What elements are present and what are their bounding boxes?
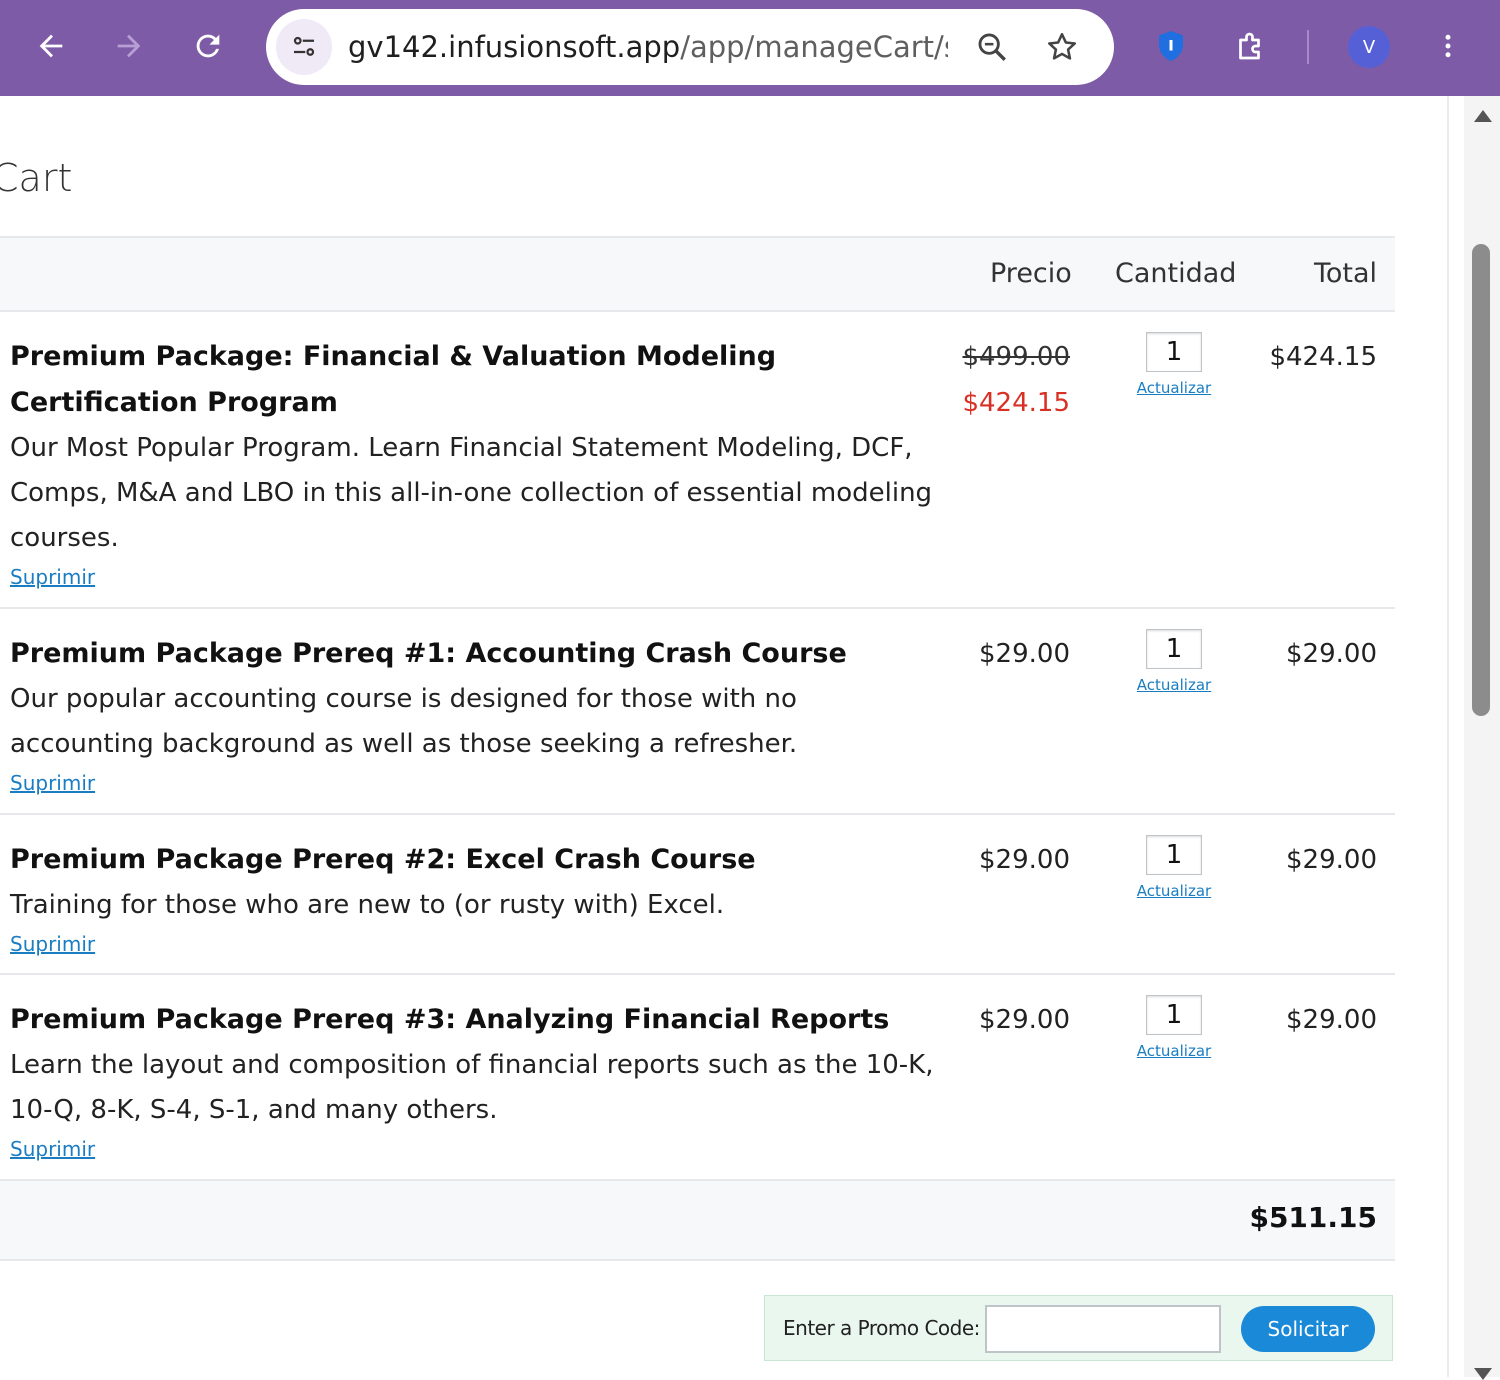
shield-icon bbox=[1159, 31, 1183, 61]
address-bar[interactable]: gv142.infusionsoft.app/app/manageCart/s.… bbox=[266, 9, 1114, 85]
page-title: Cart bbox=[0, 156, 73, 200]
update-link[interactable]: Actualizar bbox=[1137, 879, 1211, 903]
product-description: Our Most Popular Program. Learn Financia… bbox=[10, 433, 933, 553]
remove-link[interactable]: Suprimir bbox=[10, 767, 95, 799]
scroll-thumb[interactable] bbox=[1472, 244, 1490, 716]
quantity-input[interactable] bbox=[1146, 835, 1202, 875]
price-cell: $29.00 bbox=[979, 639, 1070, 669]
product-info: Premium Package Prereq #1: Accounting Cr… bbox=[10, 631, 940, 799]
sale-price: $424.15 bbox=[962, 388, 1070, 418]
cart-row: Premium Package Prereq #2: Excel Crash C… bbox=[0, 815, 1395, 975]
quantity-cell: Actualizar bbox=[1133, 332, 1215, 400]
update-link[interactable]: Actualizar bbox=[1137, 1039, 1211, 1063]
cart-row: Premium Package Prereq #1: Accounting Cr… bbox=[0, 609, 1395, 815]
update-link[interactable]: Actualizar bbox=[1137, 376, 1211, 400]
line-total: $29.00 bbox=[1286, 845, 1377, 875]
scroll-up-arrow-icon[interactable] bbox=[1474, 110, 1492, 122]
line-total: $424.15 bbox=[1269, 342, 1377, 372]
password-manager-extension[interactable] bbox=[1141, 16, 1201, 76]
more-vert-icon bbox=[1445, 34, 1451, 58]
line-total: $29.00 bbox=[1286, 1005, 1377, 1035]
promo-code-label: Enter a Promo Code: bbox=[783, 1316, 980, 1340]
content-edge bbox=[1447, 96, 1449, 1377]
toolbar-divider bbox=[1307, 30, 1309, 64]
table-header: Precio Cantidad Total bbox=[0, 236, 1395, 312]
product-name: Premium Package: Financial & Valuation M… bbox=[10, 341, 777, 418]
product-description: Our popular accounting course is designe… bbox=[10, 684, 798, 759]
remove-link[interactable]: Suprimir bbox=[10, 561, 95, 593]
total-column-header: Total bbox=[1313, 258, 1377, 289]
product-info: Premium Package Prereq #3: Analyzing Fin… bbox=[10, 997, 940, 1165]
scroll-down-arrow-icon[interactable] bbox=[1474, 1368, 1492, 1380]
profile-avatar[interactable]: V bbox=[1348, 26, 1390, 68]
back-button[interactable] bbox=[21, 16, 81, 76]
original-price: $499.00 bbox=[962, 342, 1070, 372]
apply-promo-button[interactable]: Solicitar bbox=[1241, 1306, 1375, 1352]
update-link[interactable]: Actualizar bbox=[1137, 673, 1211, 697]
reload-icon bbox=[196, 34, 220, 58]
remove-link[interactable]: Suprimir bbox=[10, 928, 95, 960]
promo-code-box: Enter a Promo Code: Solicitar bbox=[764, 1295, 1393, 1361]
browser-toolbar: gv142.infusionsoft.app/app/manageCart/s.… bbox=[0, 0, 1500, 96]
puzzle-icon bbox=[1239, 32, 1260, 60]
line-total: $29.00 bbox=[1286, 639, 1377, 669]
url-text[interactable]: gv142.infusionsoft.app/app/manageCart/s.… bbox=[348, 29, 948, 65]
zoom-button[interactable] bbox=[970, 25, 1014, 69]
url-path: /app/manageCart/s... bbox=[680, 30, 948, 64]
promo-code-input[interactable] bbox=[985, 1305, 1221, 1353]
price-cell: $499.00 $424.15 bbox=[962, 334, 1070, 426]
product-name: Premium Package Prereq #1: Accounting Cr… bbox=[10, 638, 847, 669]
star-icon bbox=[1047, 32, 1077, 60]
quantity-cell: Actualizar bbox=[1133, 995, 1215, 1063]
quantity-cell: Actualizar bbox=[1133, 835, 1215, 903]
product-name: Premium Package Prereq #3: Analyzing Fin… bbox=[10, 1004, 890, 1035]
site-info-button[interactable] bbox=[276, 19, 332, 75]
product-name: Premium Package Prereq #2: Excel Crash C… bbox=[10, 844, 756, 875]
remove-link[interactable]: Suprimir bbox=[10, 1133, 95, 1165]
quantity-input[interactable] bbox=[1146, 629, 1202, 669]
price-cell: $29.00 bbox=[979, 845, 1070, 875]
forward-button[interactable] bbox=[99, 16, 159, 76]
back-arrow-icon bbox=[39, 34, 63, 58]
browser-menu-button[interactable] bbox=[1418, 16, 1478, 76]
tune-icon bbox=[293, 36, 315, 56]
product-info: Premium Package Prereq #2: Excel Crash C… bbox=[10, 837, 940, 960]
bookmark-button[interactable] bbox=[1040, 25, 1084, 69]
price-cell: $29.00 bbox=[979, 1005, 1070, 1035]
quantity-cell: Actualizar bbox=[1133, 629, 1215, 697]
quantity-column-header: Cantidad bbox=[1115, 258, 1237, 289]
quantity-input[interactable] bbox=[1146, 995, 1202, 1035]
cart-row: Premium Package: Financial & Valuation M… bbox=[0, 312, 1395, 609]
grand-total-row: $511.15 bbox=[0, 1181, 1395, 1261]
grand-total: $511.15 bbox=[1249, 1201, 1377, 1234]
reload-button[interactable] bbox=[178, 16, 238, 76]
page-scrollbar[interactable] bbox=[1464, 96, 1500, 1380]
cart-table: Precio Cantidad Total Premium Package: F… bbox=[0, 236, 1395, 1261]
product-description: Training for those who are new to (or ru… bbox=[10, 890, 725, 920]
quantity-input[interactable] bbox=[1146, 332, 1202, 372]
product-info: Premium Package: Financial & Valuation M… bbox=[10, 334, 940, 593]
forward-arrow-icon bbox=[117, 34, 141, 58]
zoom-icon bbox=[978, 33, 1006, 61]
extensions-button[interactable] bbox=[1221, 16, 1281, 76]
url-host: gv142.infusionsoft.app bbox=[348, 30, 681, 64]
product-description: Learn the layout and composition of fina… bbox=[10, 1050, 934, 1125]
cart-row: Premium Package Prereq #3: Analyzing Fin… bbox=[0, 975, 1395, 1181]
price-column-header: Precio bbox=[990, 258, 1072, 289]
